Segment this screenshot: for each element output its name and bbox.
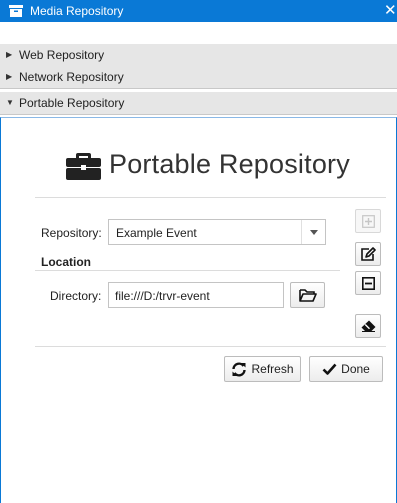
- refresh-label: Refresh: [251, 362, 294, 376]
- remove-button[interactable]: [355, 271, 381, 295]
- directory-value: file:///D:/trvr-event: [115, 289, 210, 303]
- edit-button[interactable]: [355, 242, 381, 266]
- section-network-repository[interactable]: ▶ Network Repository: [0, 66, 397, 89]
- done-button[interactable]: Done: [309, 356, 383, 382]
- section-web-repository[interactable]: ▶ Web Repository: [0, 44, 397, 67]
- done-label: Done: [341, 362, 370, 376]
- section-label: Portable Repository: [19, 96, 125, 110]
- repository-select[interactable]: Example Event: [108, 219, 326, 245]
- refresh-icon: [232, 361, 247, 377]
- divider: [35, 270, 340, 271]
- folder-open-icon: [298, 288, 317, 302]
- clear-button[interactable]: [355, 314, 381, 338]
- repository-selected-value: Example Event: [116, 226, 197, 240]
- panel-heading: Portable Repository: [66, 149, 350, 180]
- directory-label: Directory:: [50, 289, 102, 303]
- window-title: Media Repository: [30, 4, 124, 18]
- section-label: Web Repository: [19, 48, 105, 62]
- collapsed-arrow-icon: ▶: [6, 50, 13, 59]
- section-portable-repository[interactable]: ▼ Portable Repository: [0, 92, 397, 115]
- add-button[interactable]: [355, 209, 381, 233]
- edit-icon: [360, 247, 376, 261]
- briefcase-icon: [66, 152, 101, 180]
- repository-label: Repository:: [41, 226, 102, 240]
- eraser-icon: [361, 320, 375, 332]
- minus-square-icon: [361, 276, 375, 290]
- section-label: Network Repository: [19, 70, 124, 84]
- divider: [35, 346, 386, 347]
- archive-box-icon: [9, 5, 23, 17]
- chevron-down-icon[interactable]: [301, 220, 325, 244]
- divider: [35, 197, 386, 198]
- collapsed-arrow-icon: ▶: [6, 72, 13, 81]
- close-button[interactable]: ✕: [384, 2, 397, 20]
- check-icon: [322, 363, 337, 375]
- window-titlebar: Media Repository ✕: [0, 0, 397, 22]
- expanded-arrow-icon: ▼: [6, 98, 14, 107]
- directory-field[interactable]: file:///D:/trvr-event: [108, 282, 284, 308]
- refresh-button[interactable]: Refresh: [224, 356, 301, 382]
- browse-button[interactable]: [290, 282, 325, 308]
- location-heading: Location: [41, 255, 91, 269]
- plus-square-icon: [361, 214, 375, 228]
- page-title: Portable Repository: [109, 149, 350, 179]
